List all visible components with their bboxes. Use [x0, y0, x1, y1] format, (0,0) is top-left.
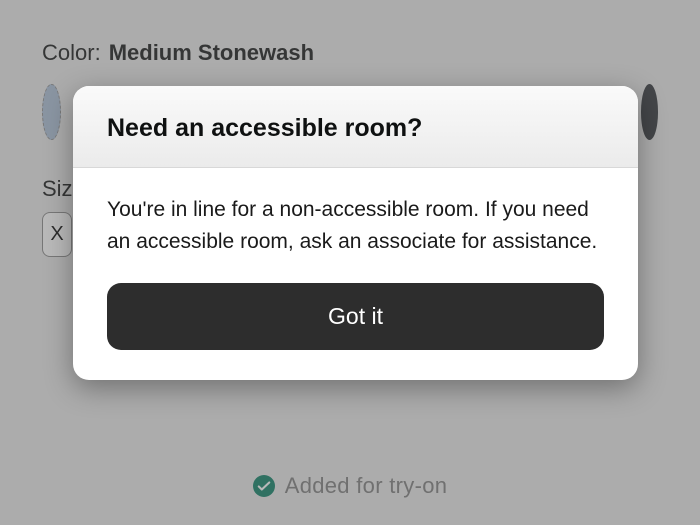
modal-title: Need an accessible room? — [107, 114, 604, 143]
modal-text: You're in line for a non-accessible room… — [107, 194, 604, 257]
modal-header: Need an accessible room? — [73, 86, 638, 168]
accessible-room-modal: Need an accessible room? You're in line … — [73, 86, 638, 380]
got-it-button[interactable]: Got it — [107, 283, 604, 350]
modal-body: You're in line for a non-accessible room… — [73, 168, 638, 380]
